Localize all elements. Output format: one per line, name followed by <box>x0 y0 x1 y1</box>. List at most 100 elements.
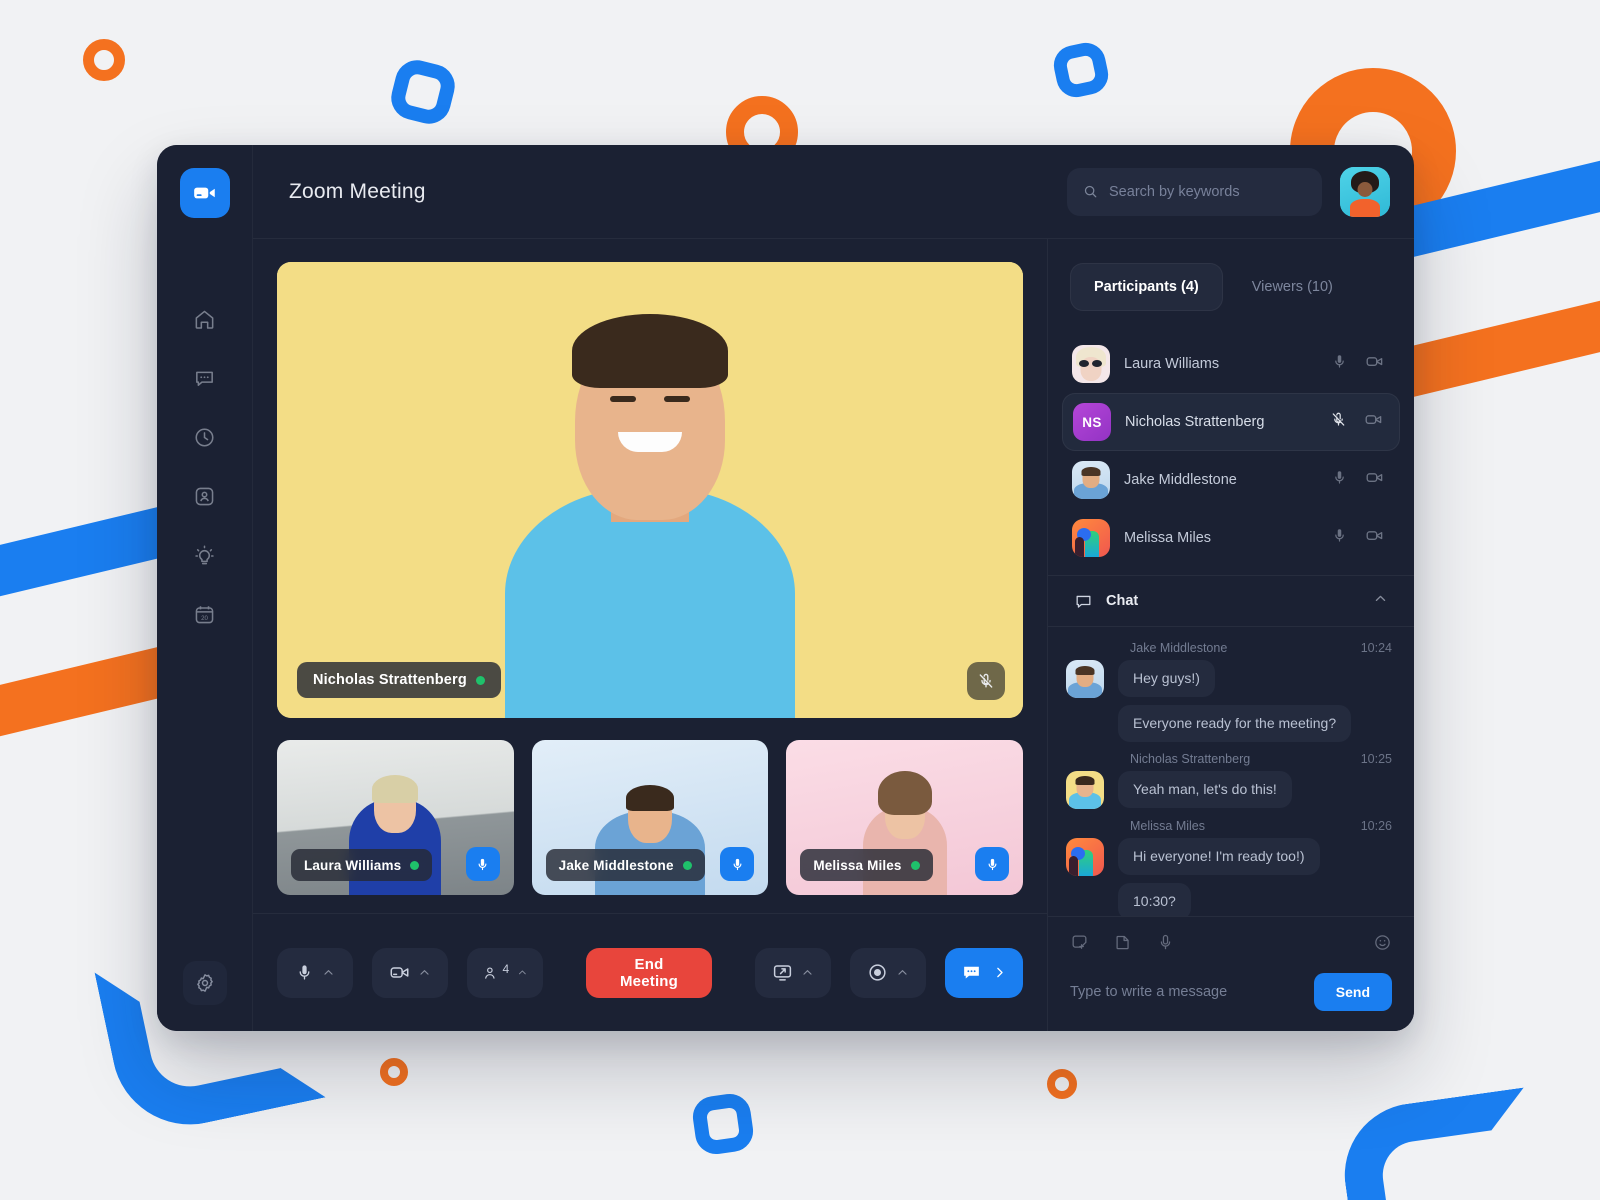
thumbnail-name-chip: Jake Middlestone <box>545 849 705 881</box>
record-button[interactable] <box>850 947 927 998</box>
chat-input-area: Send <box>1048 916 1414 1031</box>
chat-bubble-icon <box>964 966 979 979</box>
video-toggle-button[interactable] <box>371 947 448 998</box>
share-screen-button[interactable] <box>755 947 832 998</box>
avatar[interactable] <box>1340 166 1390 217</box>
right-panel: Participants (4) Viewers (10) Laura Will… <box>1048 239 1414 1031</box>
participant-controls <box>1331 526 1390 550</box>
clock-icon <box>195 428 214 447</box>
tab-viewers[interactable]: Viewers (10) <box>1229 263 1356 311</box>
thumbnail-name-chip: Laura Williams <box>291 849 433 881</box>
sidebar-bottom <box>182 961 227 1005</box>
thumbnail-name: Laura Williams <box>304 857 402 873</box>
chat-bubble: 10:30? <box>1118 882 1191 916</box>
mic-icon[interactable] <box>1331 469 1348 491</box>
thumbnail-tile[interactable]: Jake Middlestone <box>531 740 769 895</box>
zoom-logo-button[interactable] <box>179 168 230 218</box>
avatar <box>1072 345 1110 383</box>
participant-row[interactable]: Jake Middlestone <box>1062 451 1400 509</box>
sidebar-item-calendar[interactable]: 20 <box>180 585 230 644</box>
thumbnail-mic-button[interactable] <box>465 847 500 881</box>
video-camera-icon[interactable] <box>1364 410 1383 434</box>
sidebar-item-history[interactable] <box>180 408 230 467</box>
participant-row[interactable]: Melissa Miles <box>1062 509 1400 567</box>
online-dot <box>682 860 692 870</box>
sidebar-item-messages[interactable] <box>180 349 230 408</box>
chat-bubble: Yeah man, let's do this! <box>1118 770 1292 808</box>
chat-bubbles: Yeah man, let's do this! <box>1118 770 1396 808</box>
video-stage: Nicholas Strattenberg Laura Williams Jak… <box>253 239 1048 1031</box>
online-dot <box>910 860 920 870</box>
video-camera-icon[interactable] <box>1365 468 1384 492</box>
thumbnail-mic-button[interactable] <box>720 847 755 881</box>
video-camera-icon[interactable] <box>1365 526 1384 550</box>
mic-off-icon[interactable] <box>1330 411 1347 433</box>
chat-message-body: Hi everyone! I'm ready too!) 10:30? <box>1066 837 1396 916</box>
chat-message-group: Nicholas Strattenberg 10:25 Yeah man, le… <box>1066 752 1396 809</box>
chat-message-group: Jake Middlestone 10:24 Hey guys!) Everyo… <box>1066 641 1396 742</box>
smiley-icon[interactable] <box>1373 933 1392 957</box>
stage-inner: Nicholas Strattenberg Laura Williams Jak… <box>253 239 1047 913</box>
home-icon <box>195 310 214 329</box>
mic-toggle-button[interactable] <box>276 947 353 998</box>
tab-participants[interactable]: Participants (4) <box>1070 263 1223 311</box>
chat-time: 10:25 <box>1360 751 1392 766</box>
meeting-toolbar: 4 End Meeting <box>253 913 1047 1031</box>
orange-ring-bottom-left <box>380 1058 408 1086</box>
mic-icon <box>478 858 487 870</box>
chat-collapse-button[interactable] <box>1373 591 1388 611</box>
chevron-up-icon <box>1375 595 1386 601</box>
blue-square-ring-top <box>386 55 460 129</box>
sidebar-item-home[interactable] <box>180 290 230 349</box>
thumbnail-mic-button[interactable] <box>975 847 1010 881</box>
chat-toggle-button[interactable] <box>945 947 1024 998</box>
file-icon[interactable] <box>1113 933 1132 957</box>
video-camera-icon[interactable] <box>1365 352 1384 376</box>
participants-button[interactable]: 4 <box>466 947 543 998</box>
mic-icon[interactable] <box>1331 527 1348 549</box>
thumbnail-row: Laura Williams Jake Middlestone Melissa … <box>277 740 1024 895</box>
sidebar-item-ideas[interactable] <box>180 526 230 585</box>
chevron-up-icon <box>324 970 333 975</box>
chat-bubbles: Hi everyone! I'm ready too!) 10:30? <box>1118 837 1396 916</box>
blue-hook-bottom-right <box>1335 1087 1545 1200</box>
chat-input[interactable] <box>1070 984 1302 1000</box>
chevron-up-icon <box>898 970 907 975</box>
send-button[interactable]: Send <box>1313 973 1392 1011</box>
thumbnail-tile[interactable]: Melissa Miles <box>786 740 1024 895</box>
participant-name: Melissa Miles <box>1124 530 1212 546</box>
lightbulb-icon <box>195 545 214 565</box>
app-header: Zoom Meeting <box>253 145 1414 239</box>
participants-list: Laura Williams NS Nicholas Strattenberg … <box>1048 335 1414 567</box>
participant-row[interactable]: NS Nicholas Strattenberg <box>1062 393 1400 451</box>
chat-bubble-icon <box>196 371 213 386</box>
participant-controls <box>1330 410 1389 434</box>
mic-icon <box>733 858 742 870</box>
search-box[interactable] <box>1067 167 1322 216</box>
app-window: 20 Zoom Meeting Search by keywords Nicho… <box>157 145 1414 1031</box>
panel-tabs: Participants (4) Viewers (10) <box>1048 239 1414 335</box>
chat-message-meta: Melissa Miles 10:26 <box>1066 819 1396 833</box>
mic-icon[interactable] <box>1156 933 1175 957</box>
chat-messages[interactable]: Jake Middlestone 10:24 Hey guys!) Everyo… <box>1048 627 1414 916</box>
avatar-initials: NS <box>1073 403 1111 441</box>
body-split: Nicholas Strattenberg Laura Williams Jak… <box>253 239 1414 1031</box>
sticker-plus-icon[interactable] <box>1070 933 1089 957</box>
thumbnail-tile[interactable]: Laura Williams <box>277 740 514 895</box>
chat-input-row: Send <box>1070 973 1392 1011</box>
left-sidebar: 20 <box>157 145 253 1031</box>
main-video-mute-badge[interactable] <box>967 662 1005 700</box>
settings-button[interactable] <box>182 961 227 1005</box>
end-meeting-button[interactable]: End Meeting <box>585 947 713 998</box>
thumbnail-name: Jake Middlestone <box>558 857 674 873</box>
chevron-right-icon <box>997 967 1003 978</box>
chat-bubble: Hey guys!) <box>1118 660 1215 697</box>
participant-row[interactable]: Laura Williams <box>1062 335 1400 393</box>
mic-icon[interactable] <box>1331 353 1348 375</box>
mic-icon <box>299 965 310 980</box>
search-input[interactable] <box>1109 183 1306 200</box>
sidebar-item-contacts[interactable] <box>180 467 230 526</box>
calendar-icon: 20 <box>195 606 214 624</box>
participant-controls <box>1331 352 1390 376</box>
main-video-tile[interactable]: Nicholas Strattenberg <box>277 262 1023 718</box>
